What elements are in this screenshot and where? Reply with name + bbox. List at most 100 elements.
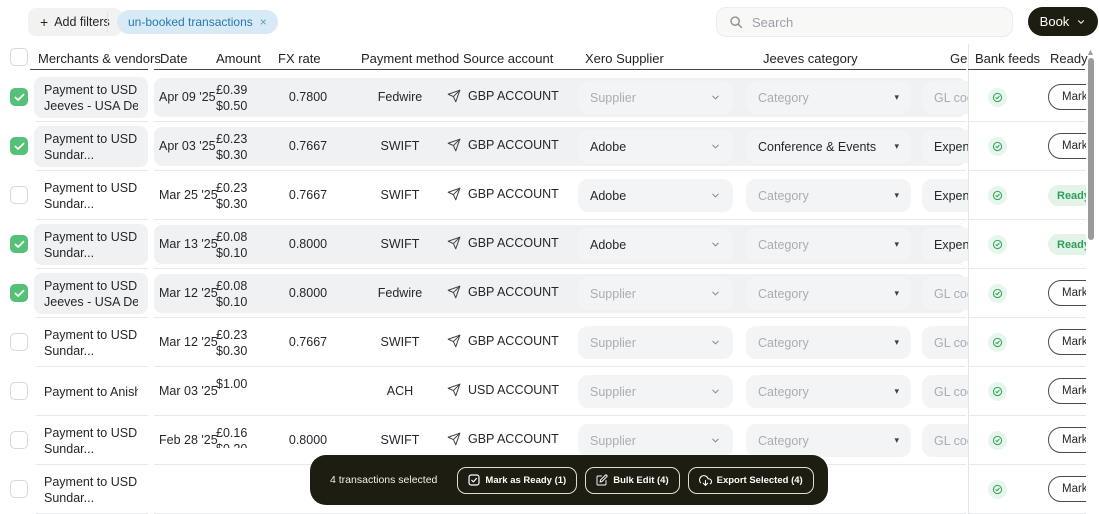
- column-header-xero-supplier: Xero Supplier: [585, 51, 664, 66]
- jeeves-category-dropdown[interactable]: Category ▾: [746, 326, 911, 359]
- send-icon: [447, 236, 461, 250]
- mark-as-ready-button[interactable]: Mark as Ready: [1048, 329, 1086, 355]
- row-checkbox[interactable]: [10, 382, 28, 400]
- header-underline: [968, 69, 1085, 70]
- column-header-bank-feeds: Bank feeds: [975, 51, 1040, 66]
- plus-icon: +: [40, 15, 48, 29]
- select-all-checkbox[interactable]: [10, 48, 28, 66]
- dropdown-arrow-icon: ▾: [894, 92, 899, 103]
- chevron-down-icon: [710, 92, 721, 103]
- mark-as-ready-button[interactable]: Mark as Ready: [1048, 476, 1086, 502]
- table-row: Payment to USD - Jeeves - USA Demo ... M…: [0, 269, 1099, 318]
- vertical-scrollbar-thumb[interactable]: [1088, 58, 1094, 240]
- send-icon: [447, 383, 461, 397]
- send-icon: [447, 89, 461, 103]
- amount-cell: £0.23 $0.30: [216, 327, 247, 359]
- send-icon: [447, 138, 461, 152]
- mark-as-ready-button[interactable]: Mark as Ready: [1048, 427, 1086, 453]
- fx-rate-cell: 0.7667: [276, 139, 340, 153]
- bank-feed-status-icon: [988, 431, 1007, 450]
- xero-supplier-dropdown[interactable]: Supplier: [578, 424, 733, 457]
- search-box[interactable]: [716, 7, 1013, 37]
- table-row: Payment to USD - Sundar... Mar 12 '25 £0…: [0, 318, 1099, 367]
- send-icon: [447, 187, 461, 201]
- row-checkbox[interactable]: [10, 480, 28, 498]
- row-checkbox[interactable]: [10, 333, 28, 351]
- column-header-source-account: Source account: [463, 51, 553, 66]
- export-selected-button[interactable]: Export Selected (4): [688, 467, 814, 494]
- mark-as-ready-bulk-button[interactable]: Mark as Ready (1): [457, 467, 577, 494]
- merchant-cell[interactable]: Payment to Anish: [34, 371, 148, 412]
- send-icon: [447, 285, 461, 299]
- row-checkbox[interactable]: [10, 137, 28, 155]
- mark-as-ready-button[interactable]: Mark as Ready: [1048, 133, 1086, 159]
- book-button[interactable]: Book: [1028, 7, 1098, 36]
- source-account-cell: GBP ACCOUNT: [447, 334, 559, 348]
- dropdown-arrow-icon: ▾: [894, 435, 899, 446]
- selection-action-bar: 4 transactions selected Mark as Ready (1…: [310, 455, 828, 505]
- jeeves-category-dropdown[interactable]: Category ▾: [746, 277, 911, 310]
- pinned-row-cells: Mark as Ready: [969, 73, 1086, 122]
- column-header-fx-rate: FX rate: [278, 51, 321, 66]
- jeeves-category-dropdown[interactable]: Category ▾: [746, 228, 911, 261]
- pinned-row-cells: Mark as Ready: [969, 367, 1086, 416]
- row-checkbox[interactable]: [10, 235, 28, 253]
- merchant-cell[interactable]: Payment to USD - Sundar...: [34, 224, 148, 265]
- amount-cell: £0.23 $0.30: [216, 131, 247, 163]
- xero-supplier-dropdown[interactable]: Supplier: [578, 375, 733, 408]
- jeeves-category-dropdown[interactable]: Category ▾: [746, 424, 911, 457]
- amount-cell: £0.39 $0.50: [216, 82, 247, 114]
- merchant-cell[interactable]: Payment to USD - Sundar...: [34, 420, 148, 461]
- merchant-cell[interactable]: Payment to USD - Jeeves - USA Demo ...: [34, 273, 148, 314]
- merchant-cell[interactable]: Payment to USD - Sundar...: [34, 126, 148, 167]
- table-row: Payment to USD - Jeeves - USA Demo ... A…: [0, 73, 1099, 122]
- row-checkbox[interactable]: [10, 88, 28, 106]
- bank-feed-status-icon: [988, 480, 1007, 499]
- mark-as-ready-button[interactable]: Mark as Ready: [1048, 280, 1086, 306]
- bulk-edit-button[interactable]: Bulk Edit (4): [585, 467, 679, 494]
- jeeves-category-dropdown[interactable]: Category ▾: [746, 81, 911, 114]
- amount-cell: £0.08 $0.10: [216, 278, 247, 310]
- jeeves-category-dropdown[interactable]: Category ▾: [746, 375, 911, 408]
- column-header-jeeves-category: Jeeves category: [763, 51, 858, 66]
- pinned-row-cells: Ready to book: [969, 171, 1086, 220]
- xero-supplier-dropdown[interactable]: Adobe: [578, 228, 733, 261]
- table-row: Payment to USD - Sundar... Apr 03 '25 £0…: [0, 122, 1099, 171]
- row-checkbox[interactable]: [10, 431, 28, 449]
- chip-close-icon[interactable]: ×: [260, 15, 267, 29]
- xero-supplier-dropdown[interactable]: Supplier: [578, 81, 733, 114]
- pinned-row-cells: Mark as Ready: [969, 318, 1086, 367]
- xero-supplier-dropdown[interactable]: Adobe: [578, 130, 733, 163]
- row-checkbox[interactable]: [10, 186, 28, 204]
- scroll-up-arrow-icon[interactable]: ▲: [1086, 47, 1095, 57]
- xero-supplier-dropdown[interactable]: Supplier: [578, 326, 733, 359]
- merchant-cell[interactable]: Payment to USD - Sundar...: [34, 469, 148, 510]
- dropdown-arrow-icon: ▾: [894, 337, 899, 348]
- merchant-cell[interactable]: Payment to USD - Sundar...: [34, 322, 148, 363]
- mark-as-ready-button[interactable]: Mark as Ready: [1048, 378, 1086, 404]
- filter-chip-unbooked[interactable]: un-booked transactions ×: [117, 10, 278, 34]
- fx-rate-cell: 0.7667: [276, 188, 340, 202]
- mark-as-ready-button[interactable]: Mark as Ready: [1048, 84, 1086, 110]
- source-account-cell: GBP ACCOUNT: [447, 432, 559, 446]
- jeeves-category-dropdown[interactable]: Conference & Events ▾: [746, 130, 911, 163]
- chevron-down-icon: [710, 288, 721, 299]
- merchant-cell[interactable]: Payment to USD - Sundar...: [34, 175, 148, 216]
- chevron-down-icon: [710, 337, 721, 348]
- jeeves-category-dropdown[interactable]: Category ▾: [746, 179, 911, 212]
- merchant-cell[interactable]: Payment to USD - Jeeves - USA Demo ...: [34, 77, 148, 118]
- search-input[interactable]: [752, 15, 1000, 30]
- row-checkbox[interactable]: [10, 284, 28, 302]
- book-label: Book: [1040, 14, 1070, 29]
- date-cell: Apr 03 '25: [159, 139, 216, 153]
- column-header-general-ledger: General ledger: [950, 51, 967, 66]
- dropdown-arrow-icon: ▾: [894, 141, 899, 152]
- send-icon: [447, 334, 461, 348]
- xero-supplier-dropdown[interactable]: Supplier: [578, 277, 733, 310]
- selection-summary: 4 transactions selected: [330, 474, 437, 486]
- dropdown-arrow-icon: ▾: [894, 239, 899, 250]
- table-row: Payment to Anish Mar 03 '25 $1.00 ACH US…: [0, 367, 1099, 416]
- send-icon: [447, 432, 461, 446]
- xero-supplier-dropdown[interactable]: Adobe: [578, 179, 733, 212]
- date-cell: Mar 03 '25: [159, 384, 218, 398]
